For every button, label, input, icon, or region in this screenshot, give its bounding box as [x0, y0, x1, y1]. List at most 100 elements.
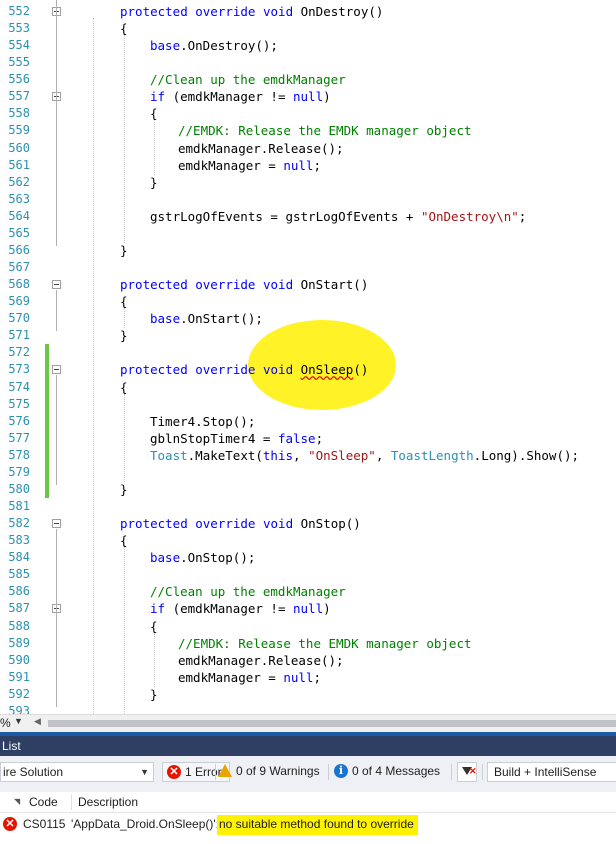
- line-number: 562: [8, 174, 30, 189]
- toolbar-divider: [328, 764, 329, 780]
- code-token: null: [293, 89, 324, 105]
- scope-dropdown[interactable]: ire Solution ▼: [0, 762, 154, 782]
- code-token: protected override void: [120, 277, 301, 293]
- error-code: CS0115: [23, 817, 66, 831]
- line-number: 582: [8, 516, 30, 531]
- scroll-left-icon[interactable]: ◀: [34, 716, 41, 727]
- code-token: .Long).Show();: [473, 447, 580, 463]
- clear-filter-button[interactable]: ✕: [457, 762, 477, 782]
- error-row[interactable]: ✕ CS0115 'AppData_Droid.OnSleep()': no s…: [0, 813, 616, 835]
- line-number: 554: [8, 38, 30, 53]
- code-token: //Clean up the emdkManager: [150, 72, 346, 88]
- line-number: 575: [8, 396, 30, 411]
- line-number: 566: [8, 242, 30, 257]
- info-icon: i: [334, 764, 348, 778]
- line-number: 563: [8, 191, 30, 206]
- code-text: if (emdkManager != null): [150, 600, 331, 617]
- line-number: 560: [8, 140, 30, 155]
- code-text: emdkManager.Release();: [178, 140, 344, 157]
- panel-title[interactable]: List: [0, 736, 616, 756]
- code-token: emdkManager.Release();: [178, 140, 344, 156]
- code-text: gstrLogOfEvents = gstrLogOfEvents + "OnD…: [150, 208, 526, 225]
- indent-guide: [124, 35, 125, 243]
- build-source-dropdown[interactable]: Build + IntelliSense: [487, 762, 616, 782]
- code-editor[interactable]: 552 protected override void OnDestroy() 55…: [0, 0, 616, 714]
- column-header-description[interactable]: Description: [78, 792, 138, 812]
- line-number: 577: [8, 430, 30, 445]
- warnings-filter-button[interactable]: 0 of 9 Warnings: [214, 762, 320, 782]
- indent-guide: [154, 632, 155, 687]
- code-token: emdkManager =: [178, 157, 284, 173]
- code-text: }: [120, 327, 128, 344]
- code-token: base: [150, 550, 181, 566]
- code-text: }: [120, 242, 128, 259]
- collapse-toggle-icon[interactable]: [52, 365, 61, 375]
- warning-icon: [218, 764, 232, 777]
- line-number: 586: [8, 584, 30, 599]
- line-number: 590: [8, 652, 30, 667]
- zoom-level[interactable]: %: [0, 716, 11, 730]
- zoom-dropdown-icon[interactable]: ▼: [14, 716, 23, 726]
- code-token: ToastLength: [390, 447, 474, 463]
- line-number: 593: [8, 703, 30, 714]
- code-token: ;: [315, 430, 324, 446]
- line-number: 588: [8, 618, 30, 633]
- toolbar-divider: [451, 764, 452, 780]
- code-token: (): [353, 362, 369, 378]
- code-token: }: [120, 481, 128, 497]
- code-text: //EMDK: Release the EMDK manager object: [178, 122, 472, 139]
- sort-icon[interactable]: ◥: [14, 792, 20, 812]
- line-number: 553: [8, 21, 30, 36]
- line-number: 558: [8, 106, 30, 121]
- code-token: this: [262, 447, 294, 463]
- outline-bracket: [56, 290, 57, 332]
- code-token: ,: [375, 447, 391, 463]
- code-token: if: [150, 89, 166, 105]
- code-text: //Clean up the emdkManager: [150, 71, 346, 88]
- editor-bottom-bar: % ▼ ◀: [0, 714, 616, 732]
- code-token: base: [150, 38, 181, 54]
- horizontal-scrollbar-thumb[interactable]: [48, 720, 616, 727]
- column-divider[interactable]: [71, 794, 72, 810]
- code-token: {: [150, 618, 158, 634]
- error-icon: ✕: [3, 817, 17, 831]
- line-number: 584: [8, 550, 30, 565]
- code-token: }: [120, 328, 128, 344]
- toolbar-divider: [482, 764, 483, 780]
- code-text: emdkManager = null;: [178, 157, 321, 174]
- collapse-toggle-icon[interactable]: [52, 280, 61, 290]
- code-token: "OnSleep": [308, 447, 376, 463]
- line-number: 589: [8, 635, 30, 650]
- code-text: //EMDK: Release the EMDK manager object: [178, 635, 472, 652]
- column-header-code[interactable]: Code: [29, 792, 58, 812]
- error-description-highlighted: no suitable method found to override: [217, 815, 418, 835]
- code-token: false: [277, 430, 316, 446]
- warnings-count-label: 0 of 9 Warnings: [236, 764, 320, 778]
- line-number: 578: [8, 447, 30, 462]
- error-list-panel: List ire Solution ▼ ✕ 1 Error 0 of 9 War…: [0, 732, 616, 844]
- code-text: if (emdkManager != null): [150, 88, 331, 105]
- outline-bracket: [56, 375, 57, 485]
- collapse-toggle-icon[interactable]: [52, 519, 61, 529]
- line-number: 592: [8, 686, 30, 701]
- line-number: 574: [8, 379, 30, 394]
- code-text: gblnStopTimer4 = false;: [150, 430, 323, 447]
- code-token: protected override void: [120, 516, 301, 532]
- outline-bracket: [56, 614, 57, 690]
- code-token: //Clean up the emdkManager: [150, 584, 346, 600]
- code-token: }: [120, 242, 128, 258]
- messages-filter-button[interactable]: i 0 of 4 Messages: [330, 762, 440, 782]
- code-token: emdkManager =: [178, 669, 284, 685]
- code-text: base.OnStart();: [150, 310, 263, 327]
- error-icon: ✕: [167, 765, 181, 779]
- code-text: emdkManager = null;: [178, 669, 321, 686]
- code-token: protected override void: [120, 362, 301, 378]
- code-token: OnStart(): [300, 277, 369, 293]
- code-token: (emdkManager !=: [165, 89, 293, 105]
- code-token: ): [323, 601, 331, 617]
- code-token: .MakeText(: [187, 447, 263, 463]
- error-list-toolbar: ire Solution ▼ ✕ 1 Error 0 of 9 Warnings…: [0, 756, 616, 792]
- code-token: }: [150, 174, 158, 190]
- line-number: 581: [8, 499, 30, 514]
- code-token: ;: [313, 669, 321, 685]
